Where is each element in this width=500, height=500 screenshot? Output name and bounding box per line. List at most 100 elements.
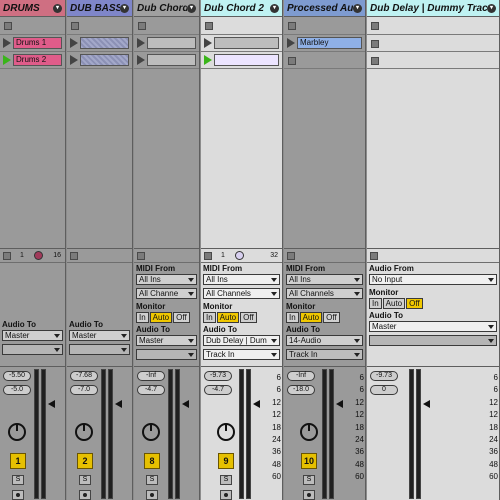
track-options-icon[interactable]: ▾	[187, 3, 196, 13]
clip-launch-icon[interactable]	[137, 38, 145, 48]
stop-button[interactable]	[138, 22, 146, 30]
monitor-in-button[interactable]: In	[286, 312, 299, 323]
empty-clip[interactable]	[214, 54, 279, 66]
volume-fader-handle[interactable]	[423, 400, 430, 408]
track-header[interactable]: Processed Audio▾	[284, 0, 365, 17]
slot-stop-button[interactable]	[288, 57, 296, 65]
input-source-select[interactable]: No Input	[369, 274, 497, 285]
output-select[interactable]: Master	[2, 330, 63, 341]
input-channel-select[interactable]: All Channe	[136, 288, 197, 299]
status-stop-button[interactable]	[370, 252, 378, 260]
output-select[interactable]: 14-Audio	[286, 335, 363, 346]
status-stop-button[interactable]	[70, 252, 78, 260]
volume-fader-handle[interactable]	[115, 400, 122, 408]
solo-button[interactable]: S	[303, 475, 315, 485]
monitor-off-button[interactable]: Off	[323, 312, 340, 323]
track-activator-button[interactable]: 8	[144, 453, 160, 469]
stop-button[interactable]	[4, 22, 12, 30]
clip-slot[interactable]	[134, 35, 199, 52]
empty-clip[interactable]	[147, 54, 196, 66]
clip[interactable]: Marbley	[297, 37, 362, 49]
clip-launch-icon[interactable]	[3, 55, 11, 65]
monitor-auto-button[interactable]: Auto	[299, 312, 323, 323]
output-select[interactable]: Dub Delay | Dum	[203, 335, 280, 346]
stop-button[interactable]	[71, 22, 79, 30]
output-channel-select[interactable]	[136, 349, 197, 360]
clip-slot[interactable]: Drums 2	[0, 52, 65, 69]
clip-slot[interactable]	[367, 52, 499, 69]
stop-button[interactable]	[205, 22, 213, 30]
output-channel-select[interactable]	[2, 344, 63, 355]
monitor-off-button[interactable]: Off	[173, 312, 190, 323]
empty-clip[interactable]	[80, 37, 129, 49]
pan-knob[interactable]	[300, 423, 318, 441]
clip-slot[interactable]	[67, 35, 132, 52]
clip-slot[interactable]	[367, 35, 499, 52]
output-select[interactable]: Master	[369, 321, 497, 332]
track-options-icon[interactable]: ▾	[120, 3, 129, 13]
track-header[interactable]: Dub Chord 1▾	[134, 0, 199, 17]
output-select[interactable]: Master	[136, 335, 197, 346]
pan-knob[interactable]	[75, 423, 93, 441]
volume-field[interactable]: -9.73	[370, 371, 398, 381]
solo-button[interactable]: S	[220, 475, 232, 485]
volume-field[interactable]: -Inf	[287, 371, 315, 381]
status-stop-button[interactable]	[204, 252, 212, 260]
arm-button[interactable]	[303, 490, 315, 500]
clip-slot[interactable]	[67, 52, 132, 69]
volume-field[interactable]: -7.68	[70, 371, 98, 381]
monitor-auto-button[interactable]: Auto	[149, 312, 173, 323]
volume-field[interactable]: -Inf	[137, 371, 165, 381]
output-channel-select[interactable]: Track In	[286, 349, 363, 360]
clip-slot[interactable]	[201, 35, 282, 52]
track-header[interactable]: DRUMS ▾	[0, 0, 65, 17]
track-options-icon[interactable]: ▾	[270, 3, 279, 13]
monitor-off-button[interactable]: Off	[240, 312, 257, 323]
clip-launch-icon[interactable]	[137, 55, 145, 65]
track-header[interactable]: DUB BASS ▾	[67, 0, 132, 17]
monitor-in-button[interactable]: In	[369, 298, 382, 309]
output-channel-select[interactable]: Track In	[203, 349, 280, 360]
monitor-auto-button[interactable]: Auto	[382, 298, 406, 309]
monitor-auto-button[interactable]: Auto	[216, 312, 240, 323]
clip-slot[interactable]: Drums 1	[0, 35, 65, 52]
input-channel-select[interactable]: All Channels	[203, 288, 280, 299]
volume-fader-handle[interactable]	[336, 400, 343, 408]
solo-button[interactable]: S	[79, 475, 91, 485]
monitor-off-button[interactable]: Off	[406, 298, 423, 309]
clip[interactable]: Drums 2	[13, 54, 62, 66]
output-select[interactable]: Master	[69, 330, 130, 341]
clip-launch-icon[interactable]	[70, 38, 78, 48]
track-activator-button[interactable]: 10	[301, 453, 317, 469]
track-activator-button[interactable]: 1	[10, 453, 26, 469]
input-source-select[interactable]: All Ins	[286, 274, 363, 285]
input-source-select[interactable]: All Ins	[203, 274, 280, 285]
track-options-icon[interactable]: ▾	[353, 3, 362, 13]
arm-button[interactable]	[79, 490, 91, 500]
clip-slot[interactable]	[284, 52, 365, 69]
volume-fader-handle[interactable]	[48, 400, 55, 408]
monitor-in-button[interactable]: In	[203, 312, 216, 323]
arm-button[interactable]	[220, 490, 232, 500]
status-stop-button[interactable]	[3, 252, 11, 260]
arm-button[interactable]	[12, 490, 24, 500]
solo-button[interactable]: S	[12, 475, 24, 485]
status-stop-button[interactable]	[137, 252, 145, 260]
output-channel-select[interactable]	[69, 344, 130, 355]
clip-launch-icon[interactable]	[204, 55, 212, 65]
clip-launch-icon[interactable]	[204, 38, 212, 48]
volume-field[interactable]: -9.73	[204, 371, 232, 381]
track-options-icon[interactable]: ▾	[53, 3, 62, 13]
status-stop-button[interactable]	[287, 252, 295, 260]
clip-slot[interactable]	[134, 52, 199, 69]
track-activator-button[interactable]: 2	[77, 453, 93, 469]
track-options-icon[interactable]: ▾	[487, 3, 496, 13]
clip-slot[interactable]	[201, 52, 282, 69]
clip-launch-icon[interactable]	[287, 38, 295, 48]
pan-knob[interactable]	[8, 423, 26, 441]
track-header[interactable]: Dub Delay | Dummy Track ▾	[367, 0, 499, 17]
monitor-in-button[interactable]: In	[136, 312, 149, 323]
volume-field[interactable]: -5.50	[3, 371, 31, 381]
output-channel-select[interactable]	[369, 335, 497, 346]
clip[interactable]: Drums 1	[13, 37, 62, 49]
